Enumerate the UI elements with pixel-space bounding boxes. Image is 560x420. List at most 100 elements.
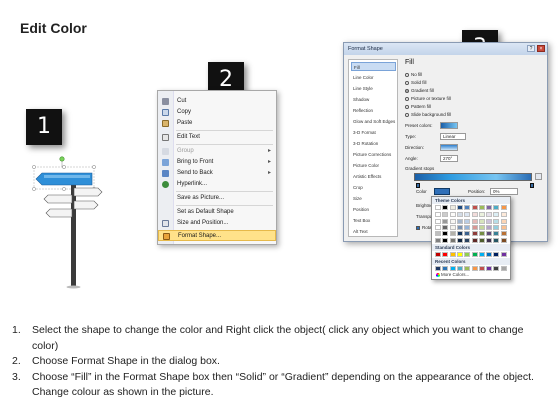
theme-color-swatch[interactable] — [478, 212, 485, 218]
theme-color-swatch[interactable] — [449, 205, 456, 210]
theme-color-swatch[interactable] — [442, 224, 449, 230]
menu-item-hyperlink[interactable]: Hyperlink... — [158, 179, 276, 190]
theme-color-swatch[interactable] — [442, 218, 449, 224]
theme-color-swatch[interactable] — [500, 205, 507, 210]
theme-color-swatch[interactable] — [486, 231, 493, 237]
recent-color-swatch[interactable] — [449, 266, 456, 271]
theme-color-swatch[interactable] — [435, 237, 441, 243]
theme-color-swatch[interactable] — [493, 237, 500, 243]
menu-item-bring-to-front[interactable]: Bring to Front ▸ — [158, 157, 276, 168]
recent-color-swatch[interactable] — [464, 266, 471, 271]
theme-color-swatch[interactable] — [464, 212, 471, 218]
menu-item-size-and-position[interactable]: Size and Position... — [158, 218, 276, 229]
menu-item-edit-text[interactable]: Edit Text — [158, 132, 276, 143]
theme-color-swatch[interactable] — [500, 212, 507, 218]
option-solid-fill[interactable]: Solid fill — [405, 79, 427, 86]
theme-color-swatch[interactable] — [442, 212, 449, 218]
standard-color-swatch[interactable] — [449, 252, 456, 257]
theme-color-swatch[interactable] — [442, 205, 449, 210]
option-gradient-fill[interactable]: Gradient fill — [405, 87, 434, 94]
theme-color-swatch[interactable] — [456, 218, 463, 224]
theme-color-swatch[interactable] — [500, 224, 507, 230]
signpost-shape[interactable] — [28, 155, 108, 300]
theme-color-swatch[interactable] — [493, 212, 500, 218]
menu-item-format-shape[interactable]: Format Shape... — [158, 230, 276, 241]
menu-item-cut[interactable]: Cut — [158, 96, 276, 107]
theme-color-swatch[interactable] — [471, 224, 478, 230]
more-colors-button[interactable]: More Colors... — [436, 272, 469, 277]
theme-color-swatch[interactable] — [435, 218, 441, 224]
theme-color-swatch[interactable] — [500, 231, 507, 237]
theme-color-swatch[interactable] — [493, 218, 500, 224]
theme-color-swatch[interactable] — [456, 231, 463, 237]
theme-color-swatch[interactable] — [471, 237, 478, 243]
theme-color-swatch[interactable] — [493, 205, 500, 210]
recent-color-swatch[interactable] — [486, 266, 493, 271]
theme-color-swatch[interactable] — [478, 205, 485, 210]
theme-color-swatch[interactable] — [478, 218, 485, 224]
theme-color-swatch[interactable] — [471, 212, 478, 218]
gradient-stops-bar[interactable] — [414, 173, 532, 181]
color-picker-button[interactable] — [434, 188, 450, 195]
standard-color-swatch[interactable] — [464, 252, 471, 257]
theme-color-swatch[interactable] — [464, 231, 471, 237]
recent-color-swatch[interactable] — [478, 266, 485, 271]
theme-color-swatch[interactable] — [493, 224, 500, 230]
theme-color-swatch[interactable] — [456, 212, 463, 218]
standard-color-swatch[interactable] — [471, 252, 478, 257]
sidebar-item-picture-color[interactable]: Picture Color — [351, 161, 396, 170]
theme-color-swatch[interactable] — [486, 212, 493, 218]
theme-color-swatch[interactable] — [435, 205, 441, 210]
option-picture-fill[interactable]: Picture or texture fill — [405, 95, 451, 102]
theme-color-swatch[interactable] — [442, 237, 449, 243]
theme-color-swatch[interactable] — [464, 218, 471, 224]
standard-color-swatch[interactable] — [456, 252, 463, 257]
standard-color-swatch[interactable] — [442, 252, 449, 257]
menu-item-send-to-back[interactable]: Send to Back ▸ — [158, 168, 276, 179]
sidebar-item-artistic-effects[interactable]: Artistic Effects — [351, 172, 396, 181]
theme-color-swatch[interactable] — [456, 224, 463, 230]
preset-colors-dropdown[interactable] — [440, 122, 458, 129]
theme-color-swatch[interactable] — [442, 231, 449, 237]
recent-color-swatch[interactable] — [435, 266, 441, 271]
menu-item-save-as-picture[interactable]: Save as Picture... — [158, 193, 276, 204]
help-button[interactable]: ? — [527, 45, 535, 52]
theme-color-swatch[interactable] — [478, 237, 485, 243]
theme-color-swatch[interactable] — [486, 218, 493, 224]
menu-item-set-default-shape[interactable]: Set as Default Shape — [158, 207, 276, 218]
theme-color-swatch[interactable] — [486, 237, 493, 243]
theme-color-swatch[interactable] — [471, 231, 478, 237]
theme-color-swatch[interactable] — [449, 218, 456, 224]
sidebar-item-alt-text[interactable]: Alt Text — [351, 227, 396, 236]
theme-color-swatch[interactable] — [493, 231, 500, 237]
theme-color-swatch[interactable] — [478, 224, 485, 230]
menu-item-group[interactable]: Group ▸ — [158, 146, 276, 157]
standard-color-swatch[interactable] — [435, 252, 441, 257]
sidebar-item-fill[interactable]: Fill — [351, 62, 396, 71]
theme-color-swatch[interactable] — [435, 231, 441, 237]
sidebar-item-picture-corrections[interactable]: Picture Corrections — [351, 150, 396, 159]
theme-color-swatch[interactable] — [456, 237, 463, 243]
theme-color-swatch[interactable] — [464, 237, 471, 243]
theme-color-swatch[interactable] — [449, 231, 456, 237]
sidebar-item-crop[interactable]: Crop — [351, 183, 396, 192]
standard-color-swatch[interactable] — [478, 252, 485, 257]
sidebar-item-line-style[interactable]: Line Style — [351, 84, 396, 93]
sidebar-item-text-box[interactable]: Text Box — [351, 216, 396, 225]
recent-color-swatch[interactable] — [456, 266, 463, 271]
standard-color-swatch[interactable] — [500, 252, 507, 257]
position-input[interactable]: 0% — [490, 188, 518, 195]
gradient-stop-handle[interactable] — [530, 183, 534, 188]
theme-color-swatch[interactable] — [500, 218, 507, 224]
option-pattern-fill[interactable]: Pattern fill — [405, 103, 431, 110]
sidebar-item-shadow[interactable]: Shadow — [351, 95, 396, 104]
theme-color-swatch[interactable] — [449, 224, 456, 230]
sidebar-item-3d-format[interactable]: 3-D Format — [351, 128, 396, 137]
direction-dropdown[interactable] — [440, 144, 458, 151]
theme-color-swatch[interactable] — [435, 212, 441, 218]
option-no-fill[interactable]: No fill — [405, 71, 422, 78]
theme-color-swatch[interactable] — [435, 224, 441, 230]
theme-color-swatch[interactable] — [500, 237, 507, 243]
type-dropdown[interactable]: Linear — [440, 133, 466, 140]
theme-color-swatch[interactable] — [456, 205, 463, 210]
